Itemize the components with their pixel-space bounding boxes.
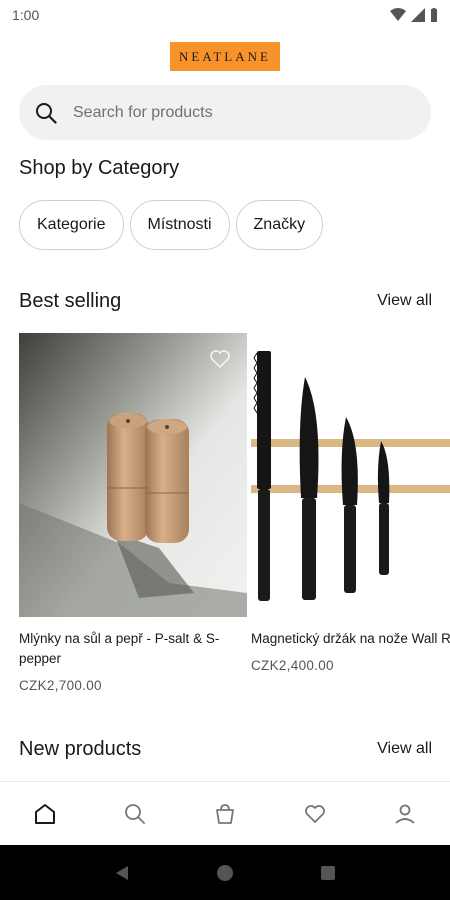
category-chips: Kategorie Místnosti Značky xyxy=(19,200,324,250)
tab-search[interactable] xyxy=(115,794,155,834)
profile-icon xyxy=(395,804,415,824)
tab-favorites[interactable] xyxy=(295,794,335,834)
product-name[interactable]: Magnetický držák na nože Wall Rack xyxy=(251,629,450,649)
home-button-icon[interactable] xyxy=(216,864,234,882)
shop-by-category-title: Shop by Category xyxy=(19,157,180,179)
search-icon xyxy=(125,803,145,824)
back-icon[interactable] xyxy=(113,864,131,882)
product-price: CZK2,700.00 xyxy=(19,678,102,693)
status-time: 1:00 xyxy=(12,7,40,23)
product-image-salt-pepper[interactable] xyxy=(19,333,247,617)
status-icons xyxy=(390,8,438,22)
chip-kategorie[interactable]: Kategorie xyxy=(19,200,124,250)
brand-header: NEATLANE xyxy=(0,42,450,71)
best-selling-title: Best selling xyxy=(19,290,122,312)
wifi-icon xyxy=(390,8,406,21)
product-price: CZK2,400.00 xyxy=(251,658,334,673)
knife-rack-image xyxy=(251,333,450,617)
search-input[interactable] xyxy=(73,103,373,122)
recents-icon[interactable] xyxy=(319,864,337,882)
system-nav-bar xyxy=(0,845,450,900)
home-icon xyxy=(35,803,55,824)
chip-znacky[interactable]: Značky xyxy=(235,200,324,250)
heart-icon xyxy=(305,804,325,823)
new-products-view-all-link[interactable]: View all xyxy=(377,740,432,758)
favorite-heart-icon[interactable] xyxy=(209,349,231,369)
best-selling-carousel[interactable]: Mlýnky na sůl a pepř - P-salt & S-pepper… xyxy=(19,333,450,703)
product-image-knife-rack[interactable] xyxy=(251,333,450,617)
best-selling-view-all-link[interactable]: View all xyxy=(377,292,432,310)
signal-icon xyxy=(411,8,425,22)
tab-home[interactable] xyxy=(25,794,65,834)
battery-icon xyxy=(431,8,437,22)
product-name[interactable]: Mlýnky na sůl a pepř - P-salt & S-pepper xyxy=(19,629,259,669)
bottom-tab-bar xyxy=(0,781,450,845)
chip-mistnosti[interactable]: Místnosti xyxy=(129,200,230,250)
search-icon xyxy=(36,102,57,124)
search-bar[interactable] xyxy=(19,85,431,140)
product-card[interactable]: Magnetický držák na nože Wall Rack CZK2,… xyxy=(251,333,450,673)
brand-logo[interactable]: NEATLANE xyxy=(170,42,280,71)
status-bar: 1:00 xyxy=(0,0,450,30)
tab-cart[interactable] xyxy=(205,794,245,834)
new-products-title: New products xyxy=(19,738,142,760)
bag-icon xyxy=(216,803,234,824)
salt-pepper-mills-image xyxy=(19,333,247,617)
tab-profile[interactable] xyxy=(385,794,425,834)
product-card[interactable]: Mlýnky na sůl a pepř - P-salt & S-pepper… xyxy=(19,333,247,693)
